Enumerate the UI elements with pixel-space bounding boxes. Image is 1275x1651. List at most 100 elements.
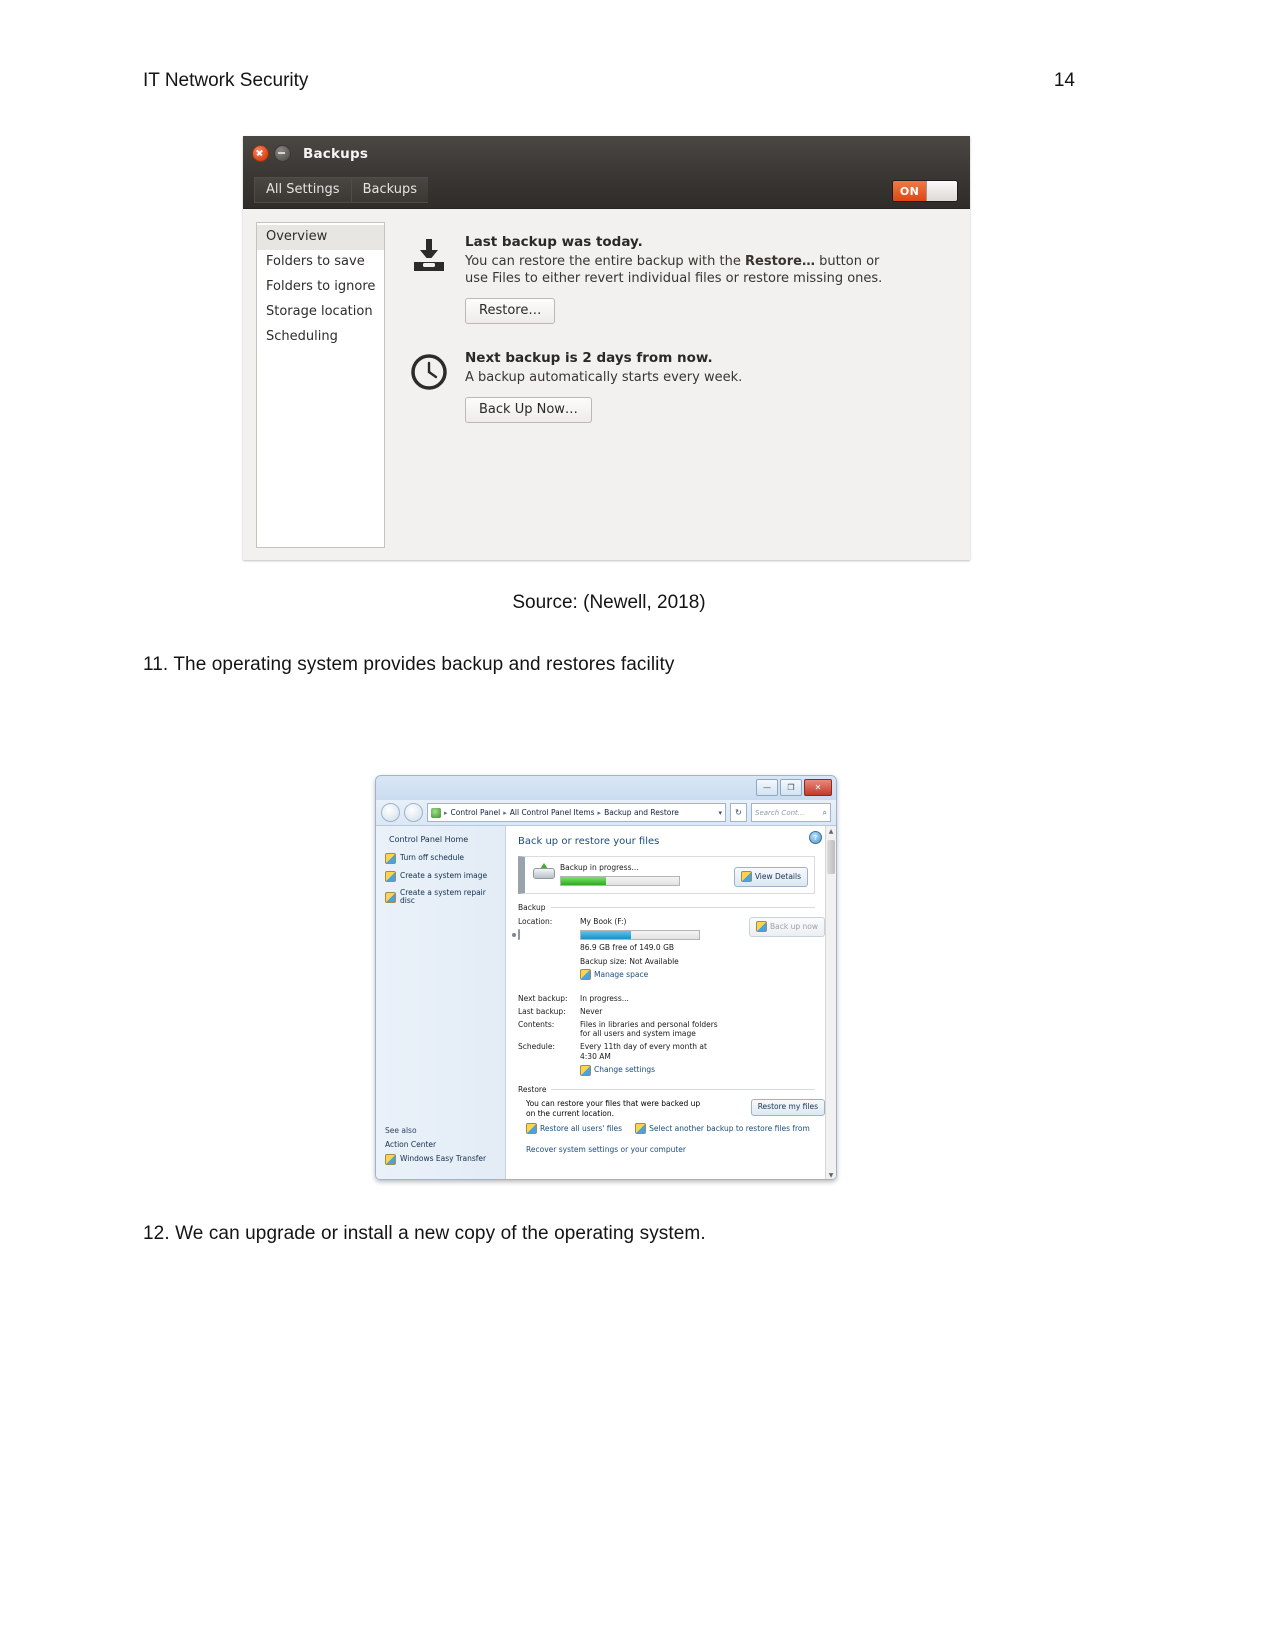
sidebar-item-control-panel-home[interactable]: Control Panel Home (385, 835, 498, 844)
shield-icon (580, 969, 591, 981)
document-header: IT Network Security 14 (143, 70, 1075, 92)
disk-usage-info: 86.9 GB free of 149.0 GB Backup size: No… (580, 929, 831, 983)
location-label: Location: (518, 917, 553, 926)
disk-icon-cell (518, 928, 580, 983)
breadcrumb[interactable]: ▸ Control Panel ▸ All Control Panel Item… (427, 803, 726, 822)
ubuntu-main-panel: Last backup was today. You can restore t… (385, 222, 957, 548)
next-backup-description: A backup automatically starts every week… (465, 370, 743, 386)
sidebar-item-windows-easy-transfer[interactable]: Windows Easy Transfer (385, 1154, 498, 1165)
sidebar-item-label: Windows Easy Transfer (400, 1154, 487, 1164)
sidebar-item-create-system-image[interactable]: Create a system image (385, 871, 498, 882)
win7-see-also: See also Action Center Windows Easy Tran… (385, 1126, 498, 1172)
win7-content: ? Back up or restore your files Backup i… (506, 826, 836, 1179)
backup-progress-label: Backup in progress... (560, 863, 639, 872)
maximize-icon[interactable]: ❐ (780, 779, 802, 796)
figure-caption: Source: (Newell, 2018) (512, 592, 706, 613)
sidebar-item-label: Turn off schedule (400, 853, 465, 863)
sidebar-item-label: Create a system image (400, 871, 488, 881)
shield-icon (756, 921, 768, 932)
refresh-icon[interactable]: ↻ (730, 803, 747, 822)
shield-icon (385, 891, 396, 903)
sidebar-item-turn-off-schedule[interactable]: Turn off schedule (385, 853, 498, 864)
divider (550, 907, 815, 908)
back-button[interactable] (381, 803, 400, 822)
toggle-state-label: ON (893, 181, 926, 201)
backup-upload-icon (533, 863, 555, 879)
breadcrumb-item-backup-and-restore[interactable]: Backup and Restore (604, 808, 679, 817)
win7-titlebar: — ❐ ✕ (376, 776, 836, 800)
search-placeholder: Search Cont... (755, 808, 805, 817)
last-backup-title: Last backup was today. (465, 234, 643, 250)
close-icon[interactable]: ✕ (804, 779, 832, 796)
restore-button[interactable]: Restore… (465, 298, 556, 325)
sidebar-item-action-center[interactable]: Action Center (385, 1140, 498, 1149)
forward-button[interactable] (404, 803, 423, 822)
shield-icon (385, 853, 396, 864)
last-backup-block: Last backup was today. You can restore t… (409, 234, 957, 325)
close-icon[interactable] (252, 145, 269, 162)
manage-space-link[interactable]: Manage space (580, 969, 649, 981)
sidebar-item-overview[interactable]: Overview (257, 225, 384, 250)
link-label: Manage space (594, 969, 649, 979)
backup-power-toggle[interactable]: ON (892, 180, 958, 202)
schedule-row: Schedule: Every 11th day of every month … (518, 1042, 831, 1062)
scrollbar-thumb[interactable] (827, 840, 835, 874)
button-label: Back up now (770, 921, 818, 931)
change-settings-row: Change settings (518, 1064, 831, 1079)
restore-section-title-row: Restore (518, 1085, 831, 1094)
page-number: 14 (1053, 70, 1075, 91)
back-up-now-button[interactable]: Back Up Now… (465, 397, 592, 424)
shield-icon (385, 1154, 396, 1165)
shield-icon (580, 1064, 591, 1076)
select-another-backup-link[interactable]: Select another backup to restore files f… (635, 1122, 810, 1134)
back-up-now-button[interactable]: Back up now (749, 917, 825, 937)
backups-button[interactable]: Backups (350, 176, 429, 203)
restore-all-users-link[interactable]: Restore all users' files (526, 1122, 622, 1134)
window-title: Backups (303, 145, 369, 162)
breadcrumb-separator: ▸ (597, 808, 602, 817)
all-settings-button[interactable]: All Settings (254, 176, 351, 203)
change-settings-link[interactable]: Change settings (580, 1064, 656, 1076)
list-item-12: 12. We can upgrade or install a new copy… (143, 1223, 706, 1244)
row-key: Schedule: (518, 1042, 555, 1051)
row-value: In progress... (580, 994, 629, 1003)
scroll-up-icon[interactable]: ▲ (826, 826, 836, 836)
sidebar-item-folders-to-ignore[interactable]: Folders to ignore (257, 275, 384, 300)
sidebar-item-folders-to-save[interactable]: Folders to save (257, 250, 384, 275)
breadcrumb-item-control-panel[interactable]: Control Panel (451, 808, 501, 817)
ubuntu-body: Overview Folders to save Folders to igno… (243, 209, 970, 560)
shield-icon (385, 871, 396, 882)
disk-usage-row: 86.9 GB free of 149.0 GB Backup size: No… (518, 928, 831, 983)
sidebar-item-create-repair-disc[interactable]: Create a system repair disc (385, 888, 498, 906)
restore-my-files-button[interactable]: Restore my files (750, 1099, 825, 1116)
minimize-icon[interactable] (274, 145, 291, 162)
last-backup-row: Last backup: Never (518, 1007, 831, 1017)
breadcrumb-item-all-items[interactable]: All Control Panel Items (510, 808, 595, 817)
sidebar-item-scheduling[interactable]: Scheduling (257, 325, 384, 350)
search-input[interactable]: Search Cont... ⌕ (751, 803, 831, 822)
page-title: IT Network Security (143, 70, 309, 91)
view-details-button[interactable]: View Details (733, 867, 808, 887)
backup-section-title: Backup (518, 903, 546, 912)
sidebar-item-storage-location[interactable]: Storage location (257, 300, 384, 325)
recover-system-settings-link[interactable]: Recover system settings or your computer (526, 1145, 831, 1154)
row-key: Next backup: (518, 994, 568, 1003)
chevron-down-icon[interactable]: ▾ (718, 809, 722, 817)
free-space-text: 86.9 GB free of 149.0 GB (580, 942, 675, 952)
backup-size-text: Backup size: Not Available (580, 956, 679, 966)
minimize-icon[interactable]: — (756, 779, 778, 796)
link-label: Change settings (594, 1065, 656, 1075)
row-key: Contents: (518, 1019, 555, 1029)
sidebar-item-label: Create a system repair disc (400, 888, 486, 906)
row-value: Files in libraries and personal folders … (580, 1019, 718, 1039)
vertical-scrollbar[interactable]: ▲ ▼ (825, 826, 836, 1179)
desc-part-1: You can restore the entire backup with t… (465, 254, 745, 269)
hard-disk-icon (518, 928, 520, 940)
restore-section-title: Restore (518, 1085, 547, 1095)
help-icon[interactable]: ? (809, 831, 822, 844)
row-key: Last backup: (518, 1006, 566, 1016)
backup-progress-panel: Backup in progress... View Details (518, 856, 815, 894)
breadcrumb-separator: ▸ (503, 808, 507, 817)
row-value: Every 11th day of every month at 4:30 AM (580, 1042, 707, 1061)
scroll-down-icon[interactable]: ▼ (826, 1170, 836, 1179)
